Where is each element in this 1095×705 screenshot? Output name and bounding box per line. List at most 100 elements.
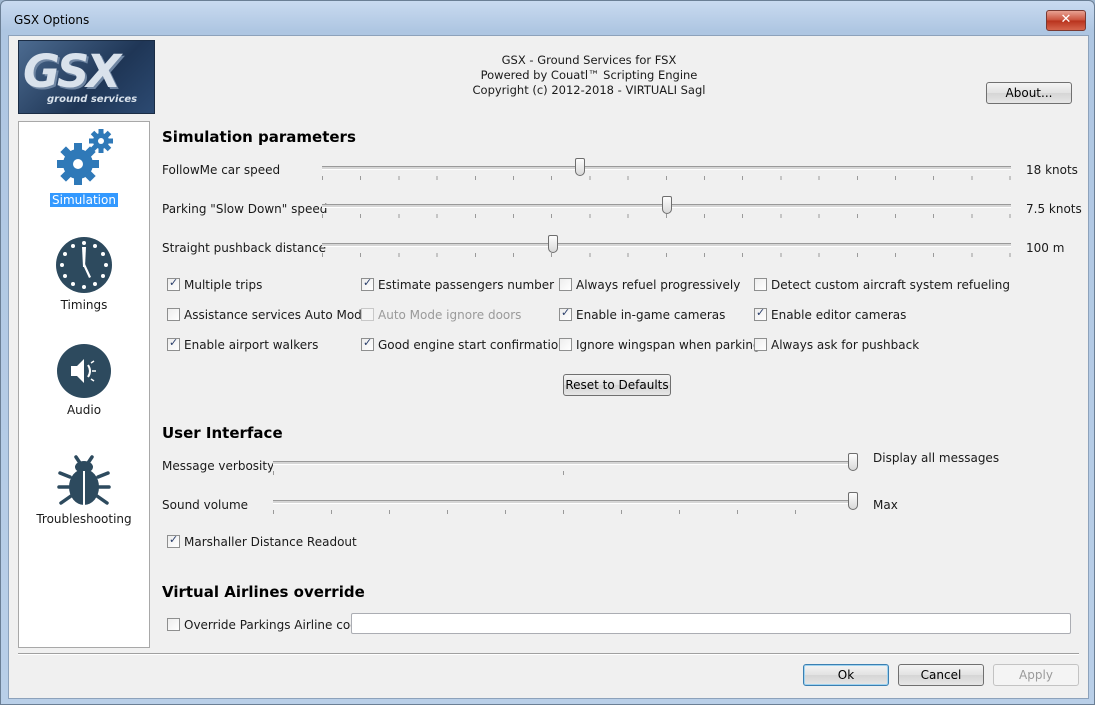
slider-ticks bbox=[273, 510, 853, 514]
checkbox-box[interactable] bbox=[559, 306, 572, 321]
sound-volume-value: Max bbox=[873, 498, 898, 512]
checkbox-box[interactable] bbox=[167, 618, 180, 631]
slider-ticks bbox=[322, 214, 1011, 218]
window-title: GSX Options bbox=[14, 13, 90, 27]
checkbox-label: Ignore wingspan when parking bbox=[576, 338, 761, 352]
message-verbosity-label: Message verbosity bbox=[162, 459, 275, 473]
engine-start-confirmation-checkbox[interactable]: Good engine start confirmation bbox=[361, 336, 566, 352]
user-interface-section-title: User Interface bbox=[162, 424, 283, 442]
checkbox-box[interactable] bbox=[167, 533, 180, 548]
in-game-cameras-checkbox[interactable]: Enable in-game cameras bbox=[559, 306, 726, 322]
checkbox-label: Override Parkings Airline codes bbox=[184, 618, 372, 632]
cancel-button[interactable]: Cancel bbox=[898, 664, 984, 686]
estimate-passengers-checkbox[interactable]: Estimate passengers number bbox=[361, 276, 555, 292]
engine-credit: Powered by Couatl™ Scripting Engine bbox=[480, 68, 698, 82]
checkbox-label: Multiple trips bbox=[184, 278, 263, 292]
product-info: GSX - Ground Services for FSX Powered by… bbox=[329, 53, 849, 98]
pushback-distance-label: Straight pushback distance bbox=[162, 241, 326, 255]
slider-track bbox=[322, 243, 1011, 247]
multiple-trips-checkbox[interactable]: Multiple trips bbox=[167, 276, 263, 292]
slowdown-speed-slider[interactable] bbox=[322, 196, 1011, 219]
reset-to-defaults-button[interactable]: Reset to Defaults bbox=[563, 374, 671, 396]
slider-thumb[interactable] bbox=[848, 492, 858, 510]
checkbox-label: Detect custom aircraft system refueling bbox=[771, 278, 1010, 292]
sidebar-item-label: Troubleshooting bbox=[36, 512, 132, 526]
slowdown-speed-label: Parking "Slow Down" speed bbox=[162, 202, 328, 216]
slider-thumb[interactable] bbox=[661, 196, 672, 214]
checkbox-label: Assistance services Auto Mode bbox=[184, 308, 370, 322]
checkbox-box[interactable] bbox=[754, 278, 767, 291]
sidebar-item-timings[interactable]: Timings bbox=[19, 235, 149, 312]
sidebar-item-label: Timings bbox=[60, 298, 108, 312]
checkbox-box[interactable] bbox=[167, 276, 180, 291]
checkbox-box[interactable] bbox=[167, 336, 180, 351]
airline-codes-input[interactable] bbox=[351, 613, 1071, 634]
slider-thumb[interactable] bbox=[575, 158, 586, 176]
editor-cameras-checkbox[interactable]: Enable editor cameras bbox=[754, 306, 907, 322]
sidebar-item-label: Simulation bbox=[50, 193, 118, 207]
slider-ticks bbox=[322, 176, 1011, 180]
speaker-icon bbox=[57, 344, 111, 398]
logo-sub-text: ground services bbox=[47, 94, 138, 105]
slider-track bbox=[273, 461, 853, 465]
checkbox-label: Always refuel progressively bbox=[576, 278, 741, 292]
checkbox-label: Auto Mode ignore doors bbox=[378, 308, 522, 322]
detect-custom-refueling-checkbox[interactable]: Detect custom aircraft system refueling bbox=[754, 278, 1010, 292]
slowdown-speed-value: 7.5 knots bbox=[1026, 202, 1082, 216]
checkbox-label: Marshaller Distance Readout bbox=[184, 535, 357, 549]
airport-walkers-checkbox[interactable]: Enable airport walkers bbox=[167, 336, 319, 352]
checkbox-label: Estimate passengers number bbox=[378, 278, 555, 292]
checkbox-label: Enable in-game cameras bbox=[576, 308, 726, 322]
checkbox-label: Good engine start confirmation bbox=[378, 338, 566, 352]
sidebar-item-label: Audio bbox=[66, 403, 102, 417]
title-bar: GSX Options ✕ bbox=[1, 1, 1094, 37]
slider-thumb[interactable] bbox=[848, 453, 858, 471]
gears-icon bbox=[57, 129, 113, 185]
category-sidebar: Simulation Timings Audio Troubleshooting bbox=[18, 121, 150, 648]
ok-button[interactable]: Ok bbox=[803, 664, 889, 686]
sound-volume-label: Sound volume bbox=[162, 498, 249, 512]
gsx-logo: GSX ground services bbox=[18, 40, 155, 114]
followme-speed-label: FollowMe car speed bbox=[162, 163, 281, 177]
simulation-section-title: Simulation parameters bbox=[162, 128, 356, 146]
about-button[interactable]: About... bbox=[986, 82, 1072, 104]
checkbox-box[interactable] bbox=[559, 278, 572, 291]
refuel-progressively-checkbox[interactable]: Always refuel progressively bbox=[559, 278, 740, 292]
slider-ticks bbox=[322, 253, 1011, 257]
footer-divider bbox=[18, 653, 1079, 655]
marshaller-readout-checkbox[interactable]: Marshaller Distance Readout bbox=[167, 533, 357, 549]
dialog-client-area: GSX ground services GSX - Ground Service… bbox=[8, 35, 1089, 699]
checkbox-label: Enable airport walkers bbox=[184, 338, 319, 352]
logo-main-text: GSX bbox=[23, 45, 121, 98]
gsx-options-window: GSX Options ✕ GSX ground services GSX - … bbox=[0, 0, 1095, 705]
message-verbosity-value: Display all messages bbox=[873, 451, 1000, 465]
sidebar-item-simulation[interactable]: Simulation bbox=[19, 128, 149, 207]
slider-track bbox=[322, 166, 1011, 170]
checkbox-box[interactable] bbox=[167, 308, 180, 321]
followme-speed-value: 18 knots bbox=[1026, 163, 1078, 177]
checkbox-box[interactable] bbox=[361, 336, 374, 351]
ignore-wingspan-checkbox[interactable]: Ignore wingspan when parking bbox=[559, 338, 761, 352]
copyright: Copyright (c) 2012-2018 - VIRTUALI Sagl bbox=[472, 83, 706, 97]
checkbox-box bbox=[361, 308, 374, 321]
close-button[interactable]: ✕ bbox=[1046, 10, 1086, 31]
checkbox-box[interactable] bbox=[361, 276, 374, 291]
sidebar-item-audio[interactable]: Audio bbox=[19, 342, 149, 417]
checkbox-label: Always ask for pushback bbox=[771, 338, 920, 352]
slider-thumb[interactable] bbox=[547, 235, 558, 253]
message-verbosity-slider[interactable] bbox=[273, 453, 858, 476]
sound-volume-slider[interactable] bbox=[273, 492, 858, 515]
assistance-auto-mode-checkbox[interactable]: Assistance services Auto Mode bbox=[167, 308, 369, 322]
ask-for-pushback-checkbox[interactable]: Always ask for pushback bbox=[754, 338, 919, 352]
followme-speed-slider[interactable] bbox=[322, 158, 1011, 181]
checkbox-box[interactable] bbox=[559, 338, 572, 351]
checkbox-box[interactable] bbox=[754, 338, 767, 351]
override-airline-codes-checkbox[interactable]: Override Parkings Airline codes bbox=[167, 618, 371, 632]
apply-button[interactable]: Apply bbox=[993, 664, 1079, 686]
product-name: GSX - Ground Services for FSX bbox=[501, 53, 677, 67]
checkbox-box[interactable] bbox=[754, 306, 767, 321]
checkbox-label: Enable editor cameras bbox=[771, 308, 907, 322]
sidebar-item-troubleshooting[interactable]: Troubleshooting bbox=[19, 449, 149, 526]
bug-icon bbox=[57, 455, 111, 505]
pushback-distance-slider[interactable] bbox=[322, 235, 1011, 258]
